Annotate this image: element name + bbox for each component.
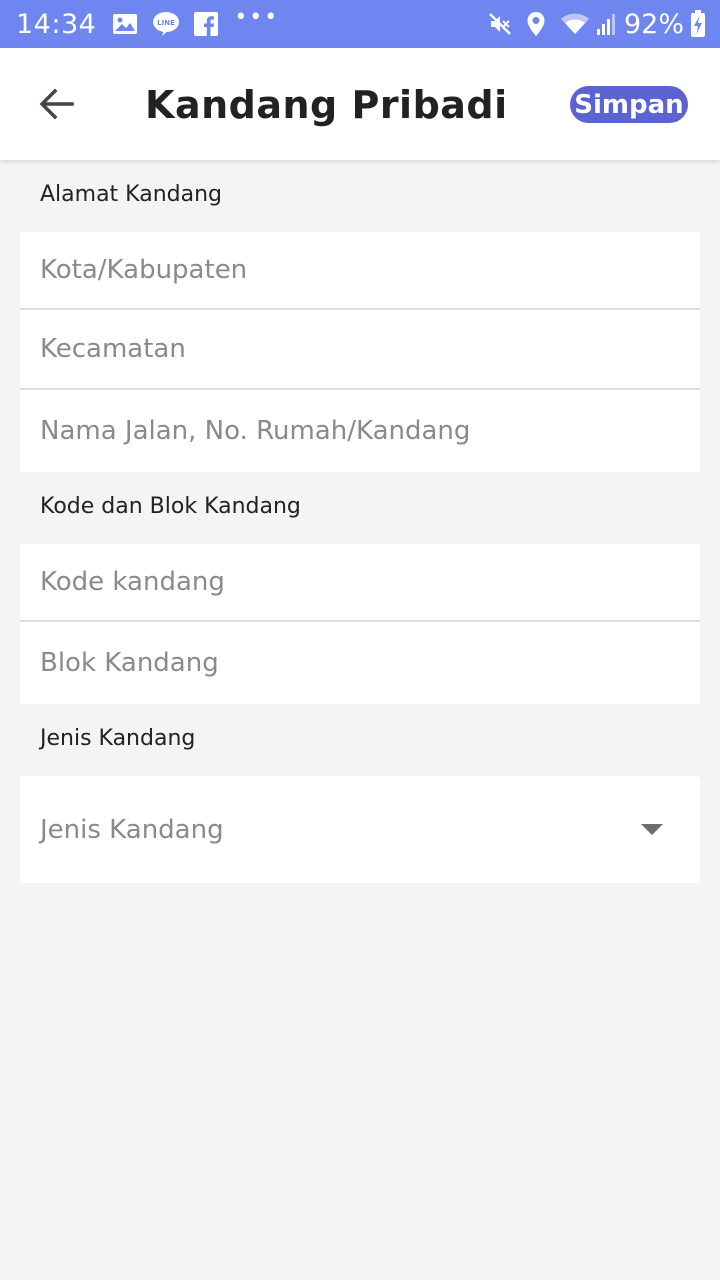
battery-percent: 92% xyxy=(623,8,684,40)
page-title: Kandang Pribadi xyxy=(145,83,508,127)
section-label-address: Alamat Kandang xyxy=(40,182,222,207)
type-select[interactable]: Jenis Kandang xyxy=(20,776,700,883)
code-card xyxy=(20,544,700,704)
street-field xyxy=(20,390,700,472)
status-bar-left: 14:34 LINE ••• xyxy=(16,5,280,40)
save-button[interactable]: Simpan xyxy=(570,86,688,123)
svg-text:LINE: LINE xyxy=(157,19,175,27)
arrow-left-icon xyxy=(39,88,74,120)
image-icon xyxy=(112,13,138,35)
status-bar: 14:34 LINE ••• 92% xyxy=(0,0,720,48)
app-bar: Kandang Pribadi Simpan xyxy=(0,48,720,160)
type-select-value: Jenis Kandang xyxy=(40,814,224,845)
section-label-code: Kode dan Blok Kandang xyxy=(40,494,301,519)
code-field xyxy=(20,544,700,622)
district-field xyxy=(20,310,700,390)
back-button[interactable] xyxy=(30,78,82,130)
battery-charging-icon xyxy=(690,10,706,38)
block-input[interactable] xyxy=(40,648,660,678)
location-icon xyxy=(526,11,546,37)
code-input[interactable] xyxy=(40,567,660,597)
address-card xyxy=(20,232,700,472)
signal-icon xyxy=(596,12,616,36)
status-time: 14:34 xyxy=(16,8,97,40)
city-input[interactable] xyxy=(40,255,660,285)
street-input[interactable] xyxy=(40,416,660,446)
mute-icon xyxy=(488,12,512,36)
facebook-icon xyxy=(194,12,219,36)
city-field xyxy=(20,232,700,310)
status-bar-right: 92% xyxy=(488,9,706,40)
district-input[interactable] xyxy=(40,334,660,364)
section-label-type: Jenis Kandang xyxy=(40,726,196,751)
wifi-icon xyxy=(560,12,590,36)
line-icon: LINE xyxy=(152,11,180,37)
block-field xyxy=(20,622,700,704)
caret-down-icon xyxy=(641,824,663,835)
more-notifications-icon: ••• xyxy=(234,5,280,30)
